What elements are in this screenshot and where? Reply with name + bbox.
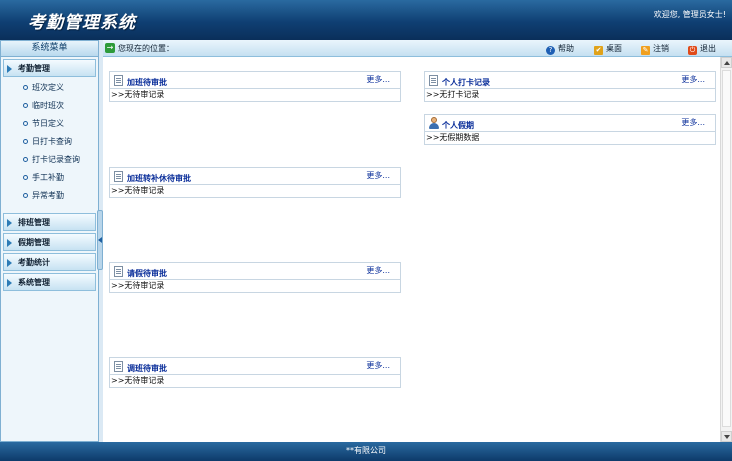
more-link[interactable]: 更多...: [366, 265, 390, 276]
panel-title: 个人假期: [442, 121, 474, 130]
logout-button[interactable]: ✎ 注销: [641, 43, 669, 55]
panel-body-text: >>无待审记录: [111, 281, 165, 290]
desktop-icon: ✔: [594, 46, 603, 55]
sidebar-group-scheduling[interactable]: 排班管理: [3, 213, 96, 231]
panel-body-text: >>无打卡记录: [426, 90, 480, 99]
sidebar-group-attendance[interactable]: 考勤管理: [3, 59, 96, 77]
scroll-thumb[interactable]: [722, 70, 731, 427]
panel-body-text: >>无待审记录: [111, 376, 165, 385]
panel-body-text: >>无待审记录: [111, 90, 165, 99]
person-icon: [429, 117, 439, 129]
help-button[interactable]: ? 帮助: [546, 43, 574, 55]
more-link[interactable]: 更多...: [681, 74, 705, 85]
footer: **有限公司: [0, 442, 732, 461]
bullet-icon: [23, 193, 28, 198]
sidebar-submenu: 班次定义 临时班次 节日定义 日打卡查询 打卡记录查询 手工补勤 异常考勤: [1, 77, 98, 211]
overtime-compensation-approval-panel: 加班转补休待审批 更多... >>无待审记录: [109, 167, 401, 198]
vertical-scrollbar[interactable]: [720, 57, 732, 442]
panel-header: 请假待审批 更多...: [110, 263, 400, 280]
breadcrumb: 您现在的位置：: [118, 44, 174, 53]
expand-arrow-icon: [7, 279, 12, 287]
sidebar-title: 系统菜单: [1, 41, 98, 57]
location-arrow-icon: →: [105, 43, 115, 53]
panel-title: 加班待审批: [127, 78, 167, 87]
bullet-icon: [23, 121, 28, 126]
scroll-up-icon[interactable]: [721, 57, 732, 68]
help-icon: ?: [546, 46, 555, 55]
header-banner: 考勤管理系统 欢迎您, 管理员女士!: [0, 0, 732, 40]
more-link[interactable]: 更多...: [681, 117, 705, 128]
panel-body-text: >>无假期数据: [426, 133, 480, 142]
sidebar: 系统菜单 考勤管理 班次定义 临时班次 节日定义 日打卡查询 打卡记录查询 手工…: [0, 40, 99, 442]
bullet-icon: [23, 175, 28, 180]
sidebar-item-abnormal-attendance[interactable]: 异常考勤: [1, 187, 98, 205]
leave-approval-panel: 请假待审批 更多... >>无待审记录: [109, 262, 401, 293]
scroll-down-icon[interactable]: [721, 431, 732, 442]
welcome-text: 欢迎您, 管理员女士!: [653, 10, 726, 19]
expand-arrow-icon: [7, 219, 12, 227]
more-link[interactable]: 更多...: [366, 170, 390, 181]
sidebar-group-label: 排班管理: [18, 218, 50, 227]
sidebar-item-shift-definition[interactable]: 班次定义: [1, 79, 98, 97]
more-link[interactable]: 更多...: [366, 360, 390, 371]
bullet-icon: [23, 85, 28, 90]
app-title: 考勤管理系统: [28, 13, 136, 33]
expand-arrow-icon: [7, 65, 12, 73]
document-icon: [114, 361, 123, 372]
sidebar-item-holiday-definition[interactable]: 节日定义: [1, 115, 98, 133]
bullet-icon: [23, 157, 28, 162]
document-icon: [429, 75, 438, 86]
panel-title: 个人打卡记录: [442, 78, 490, 87]
panel-title: 请假待审批: [127, 269, 167, 278]
app-window: 考勤管理系统 欢迎您, 管理员女士! 系统菜单 考勤管理 班次定义 临时班次 节…: [0, 0, 732, 461]
sidebar-item-temporary-shift[interactable]: 临时班次: [1, 97, 98, 115]
collapse-arrow-icon: [98, 237, 102, 243]
panel-header: 个人假期 更多...: [425, 115, 715, 132]
expand-arrow-icon: [7, 259, 12, 267]
bullet-icon: [23, 103, 28, 108]
footer-company-text: **有限公司: [346, 446, 386, 455]
logout-icon: ✎: [641, 46, 650, 55]
sidebar-group-label: 假期管理: [18, 238, 50, 247]
document-icon: [114, 75, 123, 86]
exit-icon: ⏻: [688, 46, 697, 55]
bullet-icon: [23, 139, 28, 144]
toolbar: → 您现在的位置： ? 帮助 ✔ 桌面 ✎ 注销 ⏻ 退出: [103, 40, 732, 57]
document-icon: [114, 171, 123, 182]
sidebar-group-leave[interactable]: 假期管理: [3, 233, 96, 251]
expand-arrow-icon: [7, 239, 12, 247]
document-icon: [114, 266, 123, 277]
personal-clock-record-panel: 个人打卡记录 更多... >>无打卡记录: [424, 71, 716, 102]
personal-leave-panel: 个人假期 更多... >>无假期数据: [424, 114, 716, 145]
desktop-button[interactable]: ✔ 桌面: [594, 43, 622, 55]
more-link[interactable]: 更多...: [366, 74, 390, 85]
main-content: 加班待审批 更多... >>无待审记录 加班转补休待审批 更多... >>无待审…: [103, 57, 720, 442]
sidebar-group-label: 考勤统计: [18, 258, 50, 267]
shift-swap-approval-panel: 调班待审批 更多... >>无待审记录: [109, 357, 401, 388]
sidebar-item-manual-attendance[interactable]: 手工补勤: [1, 169, 98, 187]
exit-button[interactable]: ⏻ 退出: [688, 43, 716, 55]
panel-header: 加班转补休待审批 更多...: [110, 168, 400, 185]
sidebar-group-label: 系统管理: [18, 278, 50, 287]
sidebar-group-label: 考勤管理: [18, 64, 50, 73]
panel-header: 个人打卡记录 更多...: [425, 72, 715, 89]
panel-body-text: >>无待审记录: [111, 186, 165, 195]
panel-title: 加班转补休待审批: [127, 174, 191, 183]
sidebar-item-daily-clock-query[interactable]: 日打卡查询: [1, 133, 98, 151]
sidebar-group-statistics[interactable]: 考勤统计: [3, 253, 96, 271]
panel-title: 调班待审批: [127, 364, 167, 373]
sidebar-group-system[interactable]: 系统管理: [3, 273, 96, 291]
overtime-approval-panel: 加班待审批 更多... >>无待审记录: [109, 71, 401, 102]
panel-header: 调班待审批 更多...: [110, 358, 400, 375]
panel-header: 加班待审批 更多...: [110, 72, 400, 89]
sidebar-item-clock-record-query[interactable]: 打卡记录查询: [1, 151, 98, 169]
